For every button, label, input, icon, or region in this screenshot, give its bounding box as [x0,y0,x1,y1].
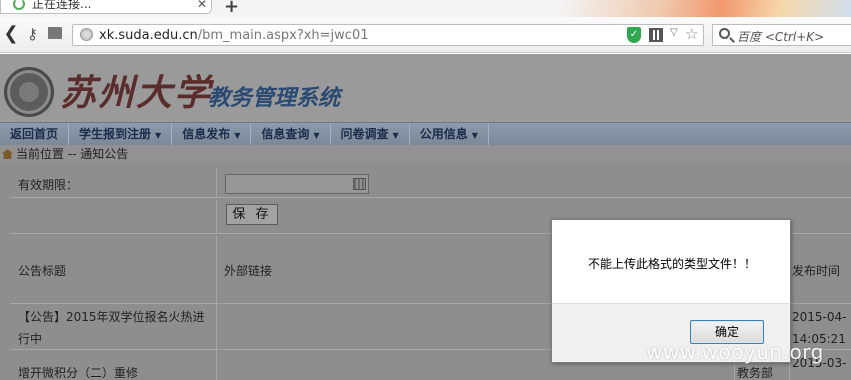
loading-spinner-icon [13,0,25,10]
menu-item-publish[interactable]: 信息发布 ▼ [172,123,252,146]
close-tab-icon[interactable]: ✕ [197,0,207,11]
menu-caret-icon: ▼ [155,131,162,140]
save-button[interactable]: 保 存 [226,204,278,225]
calendar-icon[interactable] [353,178,366,190]
browser-toolbar: ❮ ⚷ xk.suda.edu.cn/bm_main.aspx?xh=jwc01… [0,17,851,53]
bookmark-star-icon[interactable]: ☆ [685,25,698,43]
publish-time-line: 2015-04- [792,310,847,324]
menu-caret-icon: ▼ [471,131,478,140]
validity-row: 有效期限： [10,168,851,198]
system-title: 教务管理系统 [208,86,341,111]
globe-icon [80,28,93,41]
dropdown-arrow-icon[interactable]: ▽ [670,27,678,38]
alert-message: 不能上传此格式的类型文件！！ [587,257,756,271]
breadcrumb-text: 当前位置 -- 通知公告 [16,147,129,161]
search-placeholder: 百度 <Ctrl+K> [737,30,825,44]
new-tab-icon[interactable]: + [224,0,239,17]
menu-caret-icon: ▼ [234,131,241,140]
watermark-text: www.wooyun.org [646,340,824,364]
qr-code-icon[interactable] [649,28,663,42]
security-shield-icon[interactable]: ✓ [627,27,641,43]
tab-title: 正在连接... [32,0,92,11]
university-name: 苏州大学 [60,72,213,114]
menu-item-survey[interactable]: 问卷调查 ▼ [331,123,410,146]
notice-title-line[interactable]: 增开微积分（二）重修 [18,362,138,380]
url-text[interactable]: xk.suda.edu.cn/bm_main.aspx?xh=jwc01 [99,28,369,43]
column-header-title: 公告标题 [18,264,67,278]
menu-item-registration[interactable]: 学生报到注册 ▼ [69,123,173,146]
menu-item-public-info[interactable]: 公用信息 ▼ [410,123,489,146]
browser-tab-strip: 正在连接... ✕ + [0,0,851,17]
home-icon [2,149,13,159]
notice-title-line[interactable]: 【公告】2015年双学位报名火热进 [18,306,205,328]
menu-item-query[interactable]: 信息查询 ▼ [251,123,331,146]
breadcrumb: 当前位置 -- 通知公告 [0,145,851,164]
browser-theme-decoration [560,0,851,17]
publisher-cell: 教务部 [737,366,774,380]
search-box[interactable]: 百度 <Ctrl+K> [712,24,851,46]
column-header-link: 外部链接 [224,264,273,278]
search-icon [719,28,730,39]
menu-caret-icon: ▼ [392,131,399,140]
university-seal-logo [4,67,54,117]
main-menu: 返回首页 学生报到注册 ▼ 信息发布 ▼ 信息查询 ▼ 问卷调查 ▼ 公用信息 ▼ [0,122,851,146]
validity-date-input[interactable] [225,174,369,194]
menu-item-home[interactable]: 返回首页 [0,123,70,146]
page-info-icon[interactable] [48,27,62,39]
key-icon[interactable]: ⚷ [27,25,38,43]
address-bar[interactable]: xk.suda.edu.cn/bm_main.aspx?xh=jwc01 ✓ ▽… [72,24,704,46]
browser-tab[interactable]: 正在连接... ✕ [0,0,212,14]
site-banner: 苏州大学 教务管理系统 [0,54,851,122]
notice-title-line[interactable]: 行中 [18,328,42,350]
column-header-time: 发布时间 [792,264,841,278]
validity-label: 有效期限： [18,178,79,192]
menu-caret-icon: ▼ [313,131,320,140]
back-arrow-icon[interactable]: ❮ [0,23,22,47]
